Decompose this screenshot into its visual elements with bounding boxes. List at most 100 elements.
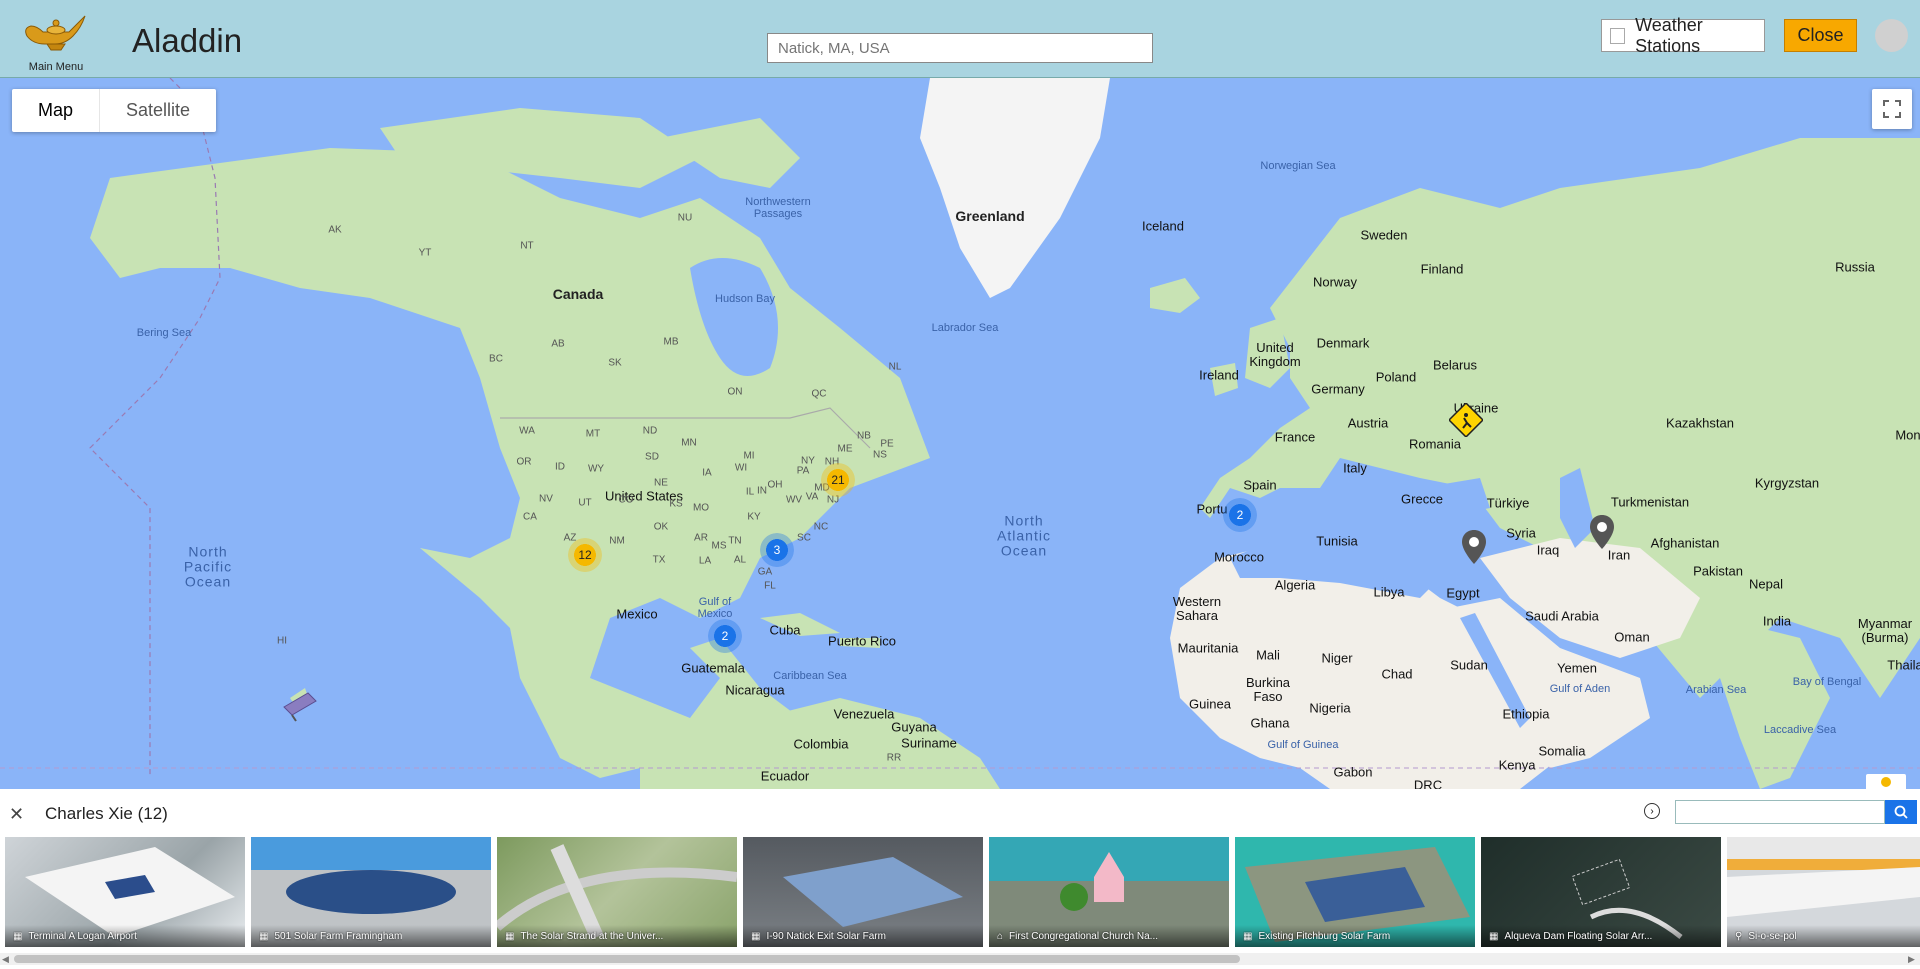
state-abbreviation: NB <box>857 430 871 442</box>
map-pin-icon <box>1462 530 1486 564</box>
state-abbreviation: OH <box>767 479 783 491</box>
panel-search-button[interactable] <box>1885 800 1917 824</box>
horizontal-scrollbar[interactable]: ◀ ▶ <box>0 953 1920 965</box>
label-nigeria: Nigeria <box>1309 700 1351 716</box>
state-abbreviation: CO <box>618 494 634 506</box>
label-gabon: Gabon <box>1333 764 1373 780</box>
solar-panel-marker-icon <box>283 692 317 722</box>
location-pin[interactable] <box>1589 515 1615 554</box>
street-view-pegman[interactable] <box>1866 774 1906 789</box>
state-abbreviation: GA <box>757 566 773 578</box>
label-somalia: Somalia <box>1538 743 1586 759</box>
model-thumbnail[interactable]: ▦ I-90 Natick Exit Solar Farm <box>743 837 983 947</box>
model-thumbnail[interactable]: ▦ Terminal A Logan Airport <box>5 837 245 947</box>
location-pin[interactable] <box>1461 530 1487 569</box>
label-mali: Mali <box>1256 647 1280 663</box>
state-abbreviation: AK <box>328 224 342 236</box>
weather-stations-toggle[interactable]: Weather Stations <box>1601 15 1765 56</box>
location-search-input[interactable] <box>767 33 1153 63</box>
state-abbreviation: NU <box>677 212 693 224</box>
construction-marker[interactable] <box>1447 401 1485 442</box>
label-caribbean-sea: Caribbean Sea <box>773 670 847 682</box>
state-abbreviation: MB <box>663 336 679 348</box>
scroll-left-arrow-icon[interactable]: ◀ <box>2 954 9 965</box>
label-puerto-rico: Puerto Rico <box>828 633 896 649</box>
state-abbreviation: ME <box>837 443 853 455</box>
label-chad: Chad <box>1381 666 1413 682</box>
scroll-right-arrow-icon[interactable]: ▶ <box>1908 954 1915 965</box>
state-abbreviation: AR <box>694 532 708 544</box>
panel-search-input[interactable] <box>1675 800 1885 824</box>
label-greenland: Greenland <box>955 208 1025 224</box>
state-abbreviation: ID <box>555 461 565 473</box>
label-iraq: Iraq <box>1536 542 1560 558</box>
label-yemen: Yemen <box>1557 660 1597 676</box>
label-greece: Grecce <box>1401 491 1443 507</box>
label-kenya: Kenya <box>1498 757 1536 773</box>
label-norway: Norway <box>1312 274 1358 290</box>
state-abbreviation: OR <box>516 456 532 468</box>
close-icon[interactable]: ✕ <box>9 804 24 825</box>
marker-cluster[interactable]: 12 <box>568 538 602 572</box>
label-myanmar: Myanmar (Burma) <box>1857 616 1913 645</box>
label-venezuela: Venezuela <box>833 706 895 722</box>
state-abbreviation: WA <box>519 425 535 437</box>
label-kyrgyzstan: Kyrgyzstan <box>1754 475 1820 491</box>
state-abbreviation: HI <box>277 635 287 647</box>
state-abbreviation: QC <box>811 388 827 400</box>
label-oman: Oman <box>1614 629 1650 645</box>
marker-cluster[interactable]: 2 <box>708 619 742 653</box>
model-thumbnail[interactable]: ▦ Existing Fitchburg Solar Farm <box>1235 837 1475 947</box>
model-thumbnail[interactable]: ⌂ First Congregational Church Na... <box>989 837 1229 947</box>
model-thumbnail[interactable]: ▦ 501 Solar Farm Framingham <box>251 837 491 947</box>
label-thailand: Thaila <box>1887 657 1920 673</box>
marker-cluster[interactable]: 21 <box>821 463 855 497</box>
user-avatar[interactable] <box>1875 19 1908 52</box>
label-hudson-bay: Hudson Bay <box>715 293 775 305</box>
label-laccadive-sea: Laccadive Sea <box>1763 724 1837 736</box>
label-arabian-sea: Arabian Sea <box>1685 684 1747 696</box>
label-ireland: Ireland <box>1199 367 1239 383</box>
main-menu-button[interactable]: Main Menu <box>8 6 104 76</box>
marker-cluster[interactable]: 2 <box>1223 498 1257 532</box>
wind-turbine-marker[interactable] <box>278 687 318 728</box>
pin-icon: ⚲ <box>1735 930 1743 942</box>
next-icon[interactable]: › <box>1644 803 1660 819</box>
fullscreen-icon <box>1883 100 1901 118</box>
model-thumbnail[interactable]: ▦ Alqueva Dam Floating Solar Arr... <box>1481 837 1721 947</box>
label-mauritania: Mauritania <box>1177 640 1239 656</box>
map-basemap <box>0 78 1920 789</box>
main-menu-label: Main Menu <box>28 61 84 73</box>
label-nepal: Nepal <box>1749 576 1783 592</box>
app-header: Main Menu Aladdin Weather Stations Close <box>0 0 1920 77</box>
state-abbreviation: AB <box>551 338 565 350</box>
map-type-satellite-button[interactable]: Satellite <box>100 89 216 132</box>
solar-panel-icon: ▦ <box>1489 930 1499 942</box>
search-icon <box>1894 805 1908 819</box>
fullscreen-button[interactable] <box>1872 89 1912 129</box>
close-button[interactable]: Close <box>1784 19 1857 52</box>
label-gulf-of-aden: Gulf of Aden <box>1549 683 1611 695</box>
label-finland: Finland <box>1420 261 1464 277</box>
thumbnail-label: The Solar Strand at the Univer... <box>520 930 664 942</box>
label-morocco: Morocco <box>1214 549 1264 565</box>
model-thumbnail[interactable]: ⚲ Si-o-se-pol <box>1727 837 1920 947</box>
thumbnail-label: Si-o-se-pol <box>1748 930 1797 942</box>
map-type-map-button[interactable]: Map <box>12 89 99 132</box>
world-map[interactable]: Greenland Iceland Canada Hudson Bay Nort… <box>0 77 1920 789</box>
state-abbreviation: NS <box>873 449 887 461</box>
scrollbar-thumb[interactable] <box>14 955 1240 963</box>
label-germany: Germany <box>1311 381 1365 397</box>
state-abbreviation: NV <box>539 493 553 505</box>
label-guatemala: Guatemala <box>681 660 745 676</box>
cluster-count: 2 <box>1236 508 1244 522</box>
label-norwegian-sea: Norwegian Sea <box>1260 160 1336 172</box>
marker-cluster[interactable]: 3 <box>760 533 794 567</box>
state-abbreviation: ON <box>727 386 743 398</box>
panel-title: Charles Xie (12) <box>45 804 168 823</box>
label-bay-of-bengal: Bay of Bengal <box>1792 676 1862 688</box>
weather-stations-checkbox[interactable] <box>1610 27 1626 44</box>
model-thumbnail[interactable]: ▦ The Solar Strand at the Univer... <box>497 837 737 947</box>
label-poland: Poland <box>1375 369 1417 385</box>
weather-stations-label: Weather Stations <box>1635 14 1703 56</box>
